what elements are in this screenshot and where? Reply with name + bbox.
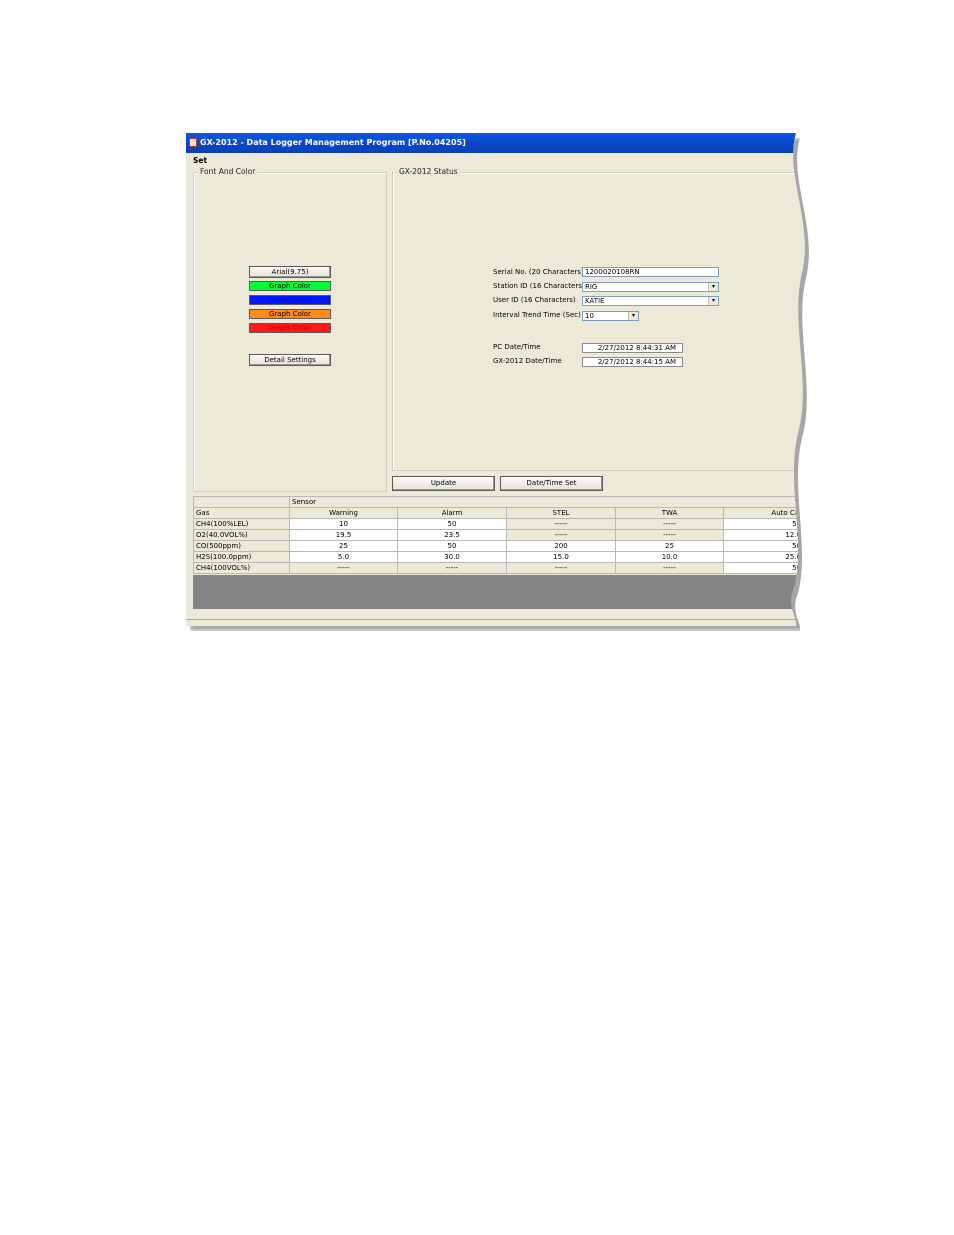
interval-select[interactable]: 10 ▾ xyxy=(582,311,639,321)
value-cell[interactable]: 12.0 xyxy=(724,530,804,541)
user-select[interactable]: KATIE ▾ xyxy=(582,296,719,306)
value-cell[interactable]: 50 xyxy=(724,519,804,530)
value-cell[interactable]: 25 xyxy=(616,541,724,552)
value-cell[interactable]: ----- xyxy=(290,563,398,574)
menu-set[interactable]: Set xyxy=(193,156,207,165)
value-cell[interactable]: 23.5 xyxy=(398,530,507,541)
gas-name-cell: CH4(100VOL%) xyxy=(194,563,290,574)
app-icon xyxy=(189,138,197,147)
detail-settings-button[interactable]: Detail Settings xyxy=(249,354,331,366)
value-cell[interactable]: 19.5 xyxy=(290,530,398,541)
column-header-twa: TWA xyxy=(616,508,724,519)
graph-color-button-4[interactable]: Graph Color xyxy=(249,323,331,333)
table-header-row: Gas Warning Alarm STEL TWA Auto Cal xyxy=(194,508,804,519)
window-bottom-edge xyxy=(186,619,811,620)
column-header-warning: Warning xyxy=(290,508,398,519)
graph-color-button-1[interactable]: Graph Color xyxy=(249,281,331,291)
gas-name-cell: CO(500ppm) xyxy=(194,541,290,552)
value-cell[interactable]: 25.0 xyxy=(724,552,804,563)
table-row[interactable]: CH4(100%LEL) 10 50 ----- ----- 50 xyxy=(194,519,804,530)
user-label: User ID (16 Characters) xyxy=(493,296,576,304)
column-header-stel: STEL xyxy=(507,508,616,519)
value-cell[interactable]: 50 xyxy=(398,541,507,552)
table-row[interactable]: CO(500ppm) 25 50 200 25 50 xyxy=(194,541,804,552)
graph-color-button-3[interactable]: Graph Color xyxy=(249,309,331,319)
column-header-alarm: Alarm xyxy=(398,508,507,519)
table-row[interactable]: CH4(100VOL%) ----- ----- ----- ----- 50 xyxy=(194,563,804,574)
status-group: GX-2012 Status xyxy=(392,172,811,471)
column-header-auto-cal: Auto Cal xyxy=(724,508,804,519)
chevron-down-icon[interactable]: ▾ xyxy=(708,297,718,305)
value-cell[interactable]: ----- xyxy=(616,530,724,541)
value-cell[interactable]: 10 xyxy=(290,519,398,530)
gx-datetime-label: GX-2012 Date/Time xyxy=(493,357,562,365)
table-corner-blank xyxy=(194,497,290,508)
sensor-group-header: Sensor xyxy=(290,497,804,508)
pc-datetime-field: 2/27/2012 8:44:31 AM xyxy=(582,343,683,353)
value-cell[interactable]: 50 xyxy=(398,519,507,530)
window-title: GX-2012 - Data Logger Management Program… xyxy=(200,138,466,147)
graph-color-button-2[interactable]: Graph Color xyxy=(249,295,331,305)
value-cell[interactable]: ----- xyxy=(507,530,616,541)
table-row[interactable]: O2(40.0VOL%) 19.5 23.5 ----- ----- 12.0 xyxy=(194,530,804,541)
gas-name-cell: H2S(100.0ppm) xyxy=(194,552,290,563)
value-cell[interactable]: 30.0 xyxy=(398,552,507,563)
value-cell[interactable]: ----- xyxy=(616,519,724,530)
gx-datetime-field: 2/27/2012 8:44:15 AM xyxy=(582,357,683,367)
value-cell[interactable]: 50 xyxy=(724,541,804,552)
serial-input[interactable]: 1200020108RN xyxy=(582,267,719,277)
value-cell[interactable]: 25 xyxy=(290,541,398,552)
table-empty-area xyxy=(193,575,803,609)
value-cell[interactable]: ----- xyxy=(507,563,616,574)
station-label: Station ID (16 Characters) xyxy=(493,282,585,290)
pc-datetime-label: PC Date/Time xyxy=(493,343,541,351)
user-value: KATIE xyxy=(585,297,605,305)
interval-label: Interval Trend Time (Sec) xyxy=(493,311,581,319)
app-window-screenshot: GX-2012 - Data Logger Management Program… xyxy=(186,133,811,626)
update-button[interactable]: Update xyxy=(392,476,495,491)
gas-name-cell: CH4(100%LEL) xyxy=(194,519,290,530)
value-cell[interactable]: 10.0 xyxy=(616,552,724,563)
value-cell[interactable]: ----- xyxy=(616,563,724,574)
table-group-header-row: Sensor xyxy=(194,497,804,508)
chevron-down-icon[interactable]: ▾ xyxy=(628,312,638,320)
value-cell[interactable]: 5.0 xyxy=(290,552,398,563)
interval-value: 10 xyxy=(585,312,594,320)
gas-column-header: Gas xyxy=(194,508,290,519)
gas-name-cell: O2(40.0VOL%) xyxy=(194,530,290,541)
app-window: GX-2012 - Data Logger Management Program… xyxy=(186,133,811,626)
value-cell[interactable]: 50 xyxy=(724,563,804,574)
station-value: RIG xyxy=(585,283,598,291)
value-cell[interactable]: ----- xyxy=(507,519,616,530)
serial-label: Serial No. (20 Characters) xyxy=(493,268,584,276)
station-select[interactable]: RIG ▾ xyxy=(582,282,719,292)
status-group-label: GX-2012 Status xyxy=(399,167,458,176)
title-bar: GX-2012 - Data Logger Management Program… xyxy=(186,133,811,153)
value-cell[interactable]: ----- xyxy=(398,563,507,574)
table-row[interactable]: H2S(100.0ppm) 5.0 30.0 15.0 10.0 25.0 xyxy=(194,552,804,563)
datetime-set-button[interactable]: Date/Time Set xyxy=(500,476,603,491)
value-cell[interactable]: 200 xyxy=(507,541,616,552)
font-color-group-label: Font And Color xyxy=(200,167,256,176)
chevron-down-icon[interactable]: ▾ xyxy=(708,283,718,291)
font-button[interactable]: Arial(9.75) xyxy=(249,266,331,278)
sensor-table: Sensor Gas Warning Alarm STEL TWA Auto C… xyxy=(193,496,804,574)
value-cell[interactable]: 15.0 xyxy=(507,552,616,563)
